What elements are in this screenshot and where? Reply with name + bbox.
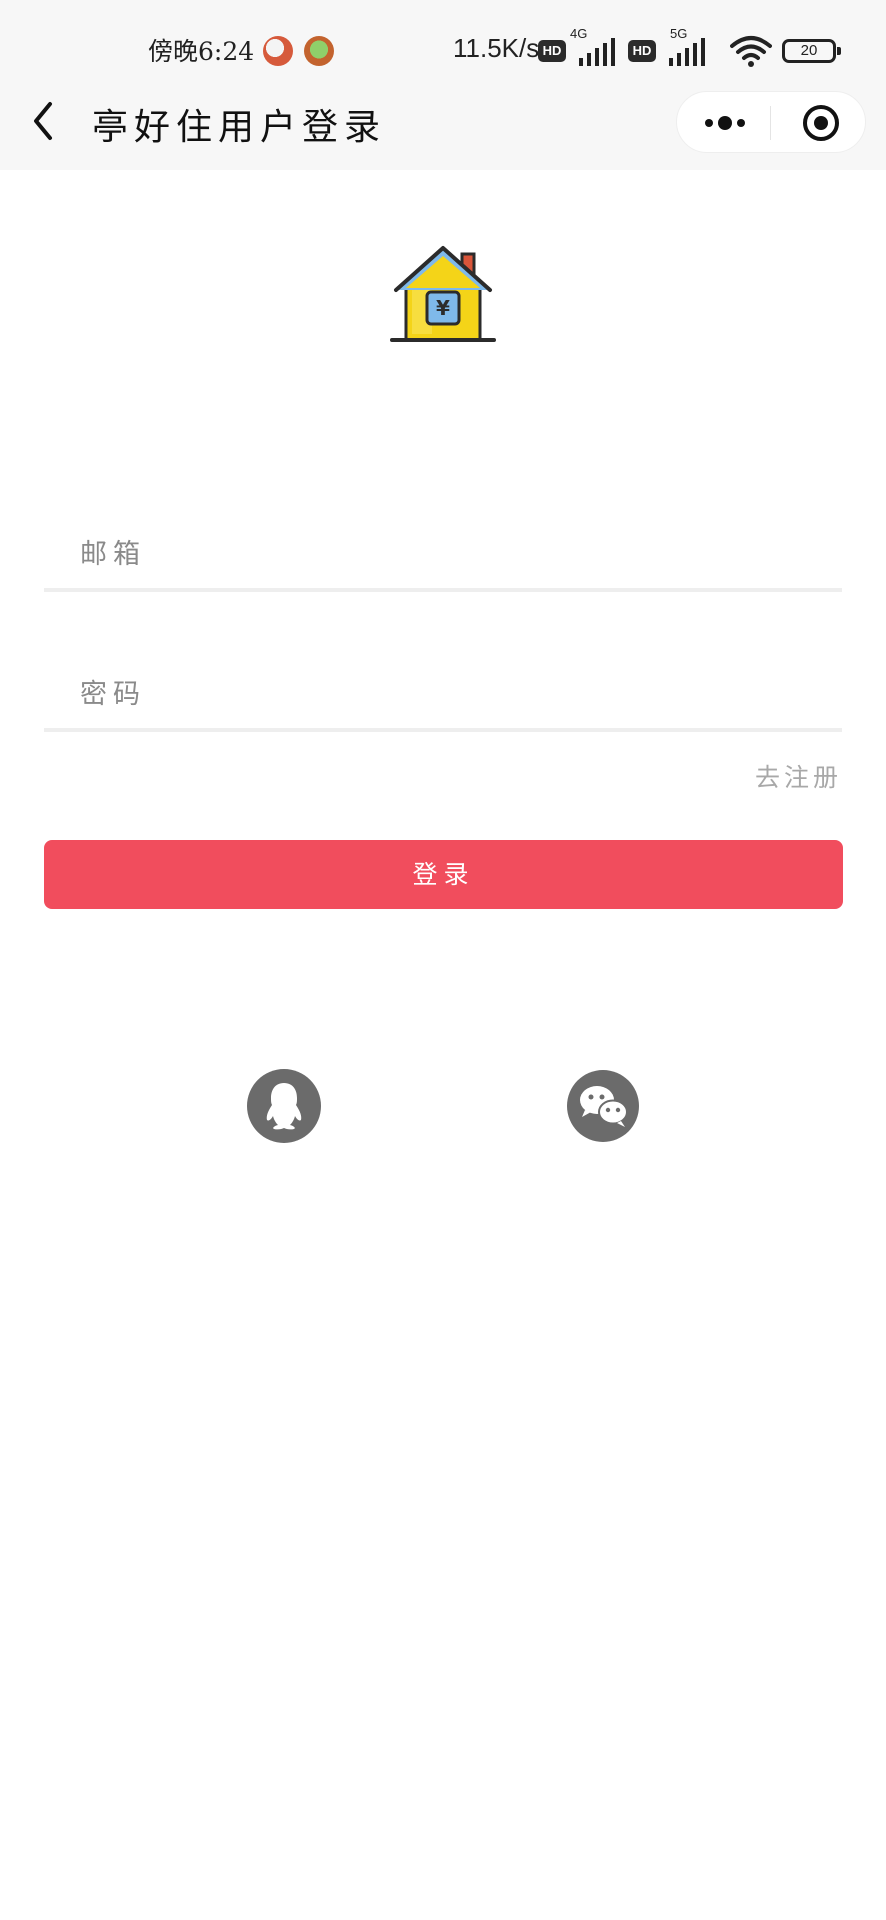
back-arrow-icon[interactable] — [28, 100, 62, 142]
wechat-login-button[interactable] — [567, 1070, 639, 1142]
hd-badge: HD — [538, 40, 566, 62]
qq-icon — [266, 1083, 302, 1130]
status-bar: 傍晚6:24 11.5K/s HD 4G HD 5G 20 — [0, 26, 886, 76]
hd-badge: HD — [628, 40, 656, 62]
close-mini-program-icon[interactable] — [801, 103, 841, 143]
register-link[interactable]: 去注册 — [755, 758, 842, 794]
email-field — [44, 518, 842, 592]
signal-icon — [669, 38, 705, 66]
notification-app-icon — [304, 36, 334, 66]
wifi-icon — [730, 36, 772, 67]
password-input[interactable] — [78, 668, 822, 720]
more-options-icon[interactable] — [701, 110, 775, 136]
page-title: 亭好住用户登录 — [92, 107, 387, 148]
capsule-divider — [770, 106, 771, 140]
house-yen-logo-icon: ¥ — [390, 246, 496, 342]
network-speed: 11.5K/s — [453, 33, 540, 63]
svg-text:¥: ¥ — [436, 296, 450, 320]
battery-indicator: 20 — [782, 39, 841, 63]
login-button[interactable]: 登录 — [44, 840, 843, 909]
email-input[interactable] — [78, 528, 822, 580]
qq-login-button[interactable] — [247, 1069, 321, 1143]
password-field — [44, 658, 842, 732]
notification-app-icon — [263, 36, 293, 66]
top-bar: 傍晚6:24 11.5K/s HD 4G HD 5G 20 亭好住用户登录 — [0, 0, 886, 170]
status-time: 傍晚6:24 — [148, 37, 255, 66]
signal-icon — [579, 38, 615, 66]
mini-program-capsule — [676, 91, 866, 153]
wechat-icon — [580, 1086, 628, 1127]
